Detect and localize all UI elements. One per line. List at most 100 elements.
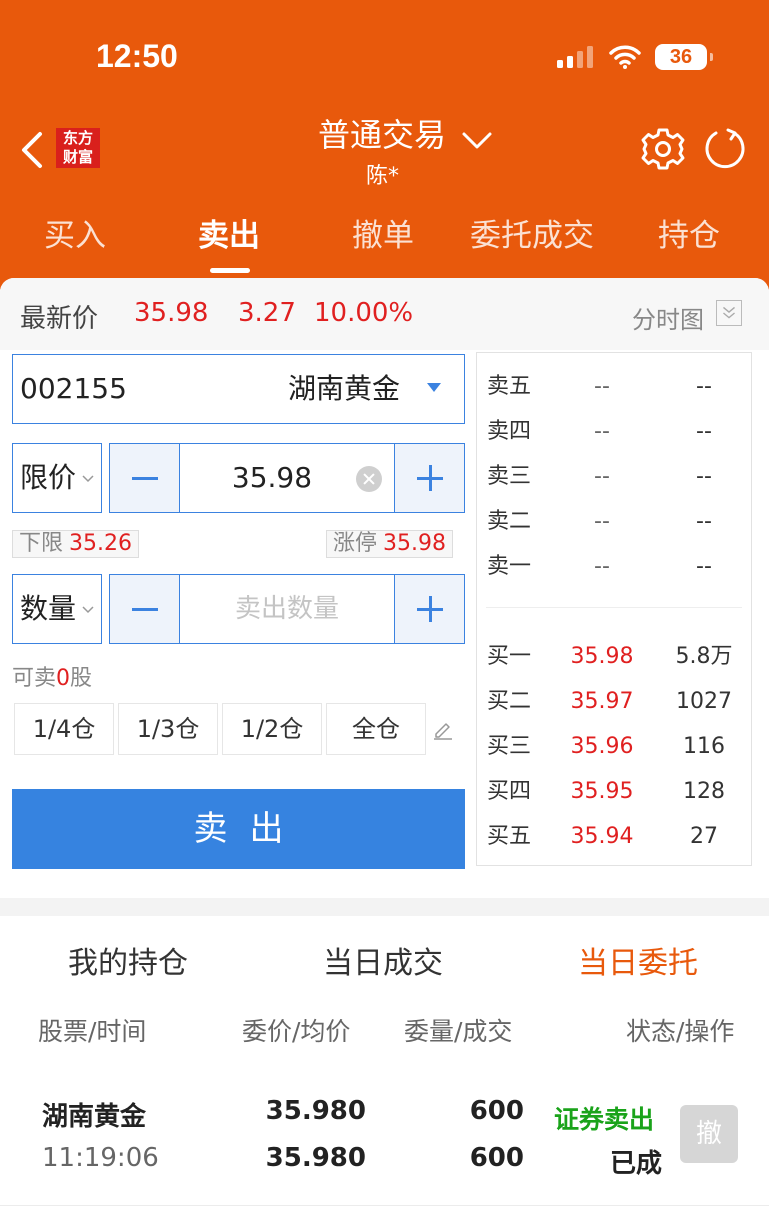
status-icons: 36 — [557, 44, 713, 70]
column-header-qty: 委量/成交 — [404, 1017, 513, 1046]
ratio-half-button[interactable]: 1/2仓 — [222, 703, 322, 755]
bid-row[interactable]: 买二 35.97 1027 — [477, 679, 753, 724]
lower-limit-label: 下限 — [19, 531, 64, 556]
ask-volume: -- — [696, 419, 712, 444]
stock-name: 湖南黄金 — [288, 372, 401, 405]
tab-orders[interactable]: 委托成交 — [470, 210, 594, 255]
ask-volume: -- — [696, 554, 712, 579]
cancel-order-button[interactable]: 撤 — [680, 1105, 738, 1163]
order-book: 卖五 -- -- 卖四 -- -- 卖三 -- -- 卖二 -- -- 卖一 -… — [476, 352, 752, 866]
lower-limit-tag[interactable]: 下限 35.26 — [12, 530, 139, 558]
ask-price: -- — [594, 509, 610, 534]
account-name: 陈* — [366, 164, 400, 189]
bid-label: 买四 — [487, 779, 532, 804]
ask-label: 卖五 — [487, 374, 532, 399]
intraday-chart-link[interactable]: 分时图 — [632, 300, 704, 335]
upper-limit-label: 涨停 — [333, 531, 378, 556]
order-type: 证券卖出 — [554, 1105, 655, 1134]
order-time: 11:19:06 — [42, 1143, 159, 1173]
bid-label: 买五 — [487, 824, 532, 849]
qty-stepper: 卖出数量 — [109, 574, 465, 644]
active-tab-indicator — [210, 268, 250, 273]
bid-row[interactable]: 买四 35.95 128 — [477, 769, 753, 814]
ask-price: -- — [594, 464, 610, 489]
bid-price: 35.94 — [570, 824, 634, 849]
upper-limit-tag[interactable]: 涨停 35.98 — [326, 530, 453, 558]
ask-row: 卖四 -- -- — [477, 409, 753, 454]
qty-minus-button[interactable] — [110, 575, 180, 643]
ratio-full-button[interactable]: 全仓 — [326, 703, 426, 755]
last-price: 35.98 — [134, 298, 209, 328]
tab-positions[interactable]: 持仓 — [658, 210, 720, 255]
bid-volume: 27 — [690, 824, 718, 849]
tab-today-trades[interactable]: 当日成交 — [323, 938, 443, 982]
bid-price: 35.98 — [570, 644, 634, 669]
column-header-status: 状态/操作 — [626, 1017, 735, 1046]
bid-label: 买二 — [487, 689, 532, 714]
price-stepper: 35.98 — [109, 443, 465, 513]
trade-tabs: 买入 卖出 撤单 委托成交 持仓 — [0, 210, 769, 270]
lower-limit-value: 35.26 — [69, 531, 132, 556]
bid-volume: 5.8万 — [675, 644, 733, 669]
dropdown-triangle-icon[interactable] — [427, 383, 441, 392]
order-stock-name: 湖南黄金 — [42, 1102, 147, 1132]
row-divider — [0, 1205, 769, 1206]
ask-label: 卖四 — [487, 419, 532, 444]
ask-label: 卖三 — [487, 464, 532, 489]
ask-row: 卖一 -- -- — [477, 544, 753, 589]
price-plus-button[interactable] — [394, 444, 464, 512]
chevron-down-icon — [82, 606, 94, 614]
brand-logo: 东方 财富 — [56, 128, 100, 168]
bid-row[interactable]: 买五 35.94 27 — [477, 814, 753, 859]
page-title[interactable]: 普通交易 — [318, 110, 446, 156]
tab-cancel[interactable]: 撤单 — [352, 210, 414, 255]
back-arrow-icon[interactable] — [18, 130, 48, 170]
ratio-quarter-button[interactable]: 1/4仓 — [14, 703, 114, 755]
ask-row: 卖五 -- -- — [477, 364, 753, 409]
price-minus-button[interactable] — [110, 444, 180, 512]
price-type-label: 限价 — [20, 461, 77, 494]
edit-pencil-icon[interactable] — [432, 718, 454, 740]
ask-price: -- — [594, 419, 610, 444]
last-price-label: 最新价 — [20, 304, 99, 334]
chevron-down-icon — [82, 475, 94, 483]
ratio-third-button[interactable]: 1/3仓 — [118, 703, 218, 755]
bid-volume: 116 — [683, 734, 725, 759]
ask-volume: -- — [696, 464, 712, 489]
available-qty: 可卖0股 — [12, 660, 92, 692]
tab-my-positions[interactable]: 我的持仓 — [68, 938, 188, 982]
bid-price: 35.96 — [570, 734, 634, 759]
bid-volume: 1027 — [676, 689, 732, 714]
sell-button[interactable]: 卖出 — [12, 789, 465, 869]
cellular-signal-icon — [557, 46, 593, 68]
order-qty: 600 — [469, 1096, 524, 1126]
tab-buy[interactable]: 买入 — [44, 210, 106, 255]
ask-label: 卖二 — [487, 509, 532, 534]
upper-limit-value: 35.98 — [383, 531, 446, 556]
price-change-percent: 10.00% — [314, 298, 414, 328]
stock-code[interactable]: 002155 — [20, 356, 127, 422]
ask-row: 卖三 -- -- — [477, 454, 753, 499]
available-prefix: 可卖 — [12, 666, 57, 691]
gear-icon[interactable] — [640, 126, 686, 172]
chevron-down-icon[interactable] — [460, 128, 494, 152]
bid-row[interactable]: 买一 35.98 5.8万 — [477, 634, 753, 679]
clear-icon[interactable] — [356, 466, 382, 492]
battery-indicator: 36 — [655, 44, 713, 70]
ask-label: 卖一 — [487, 554, 532, 579]
bid-label: 买一 — [487, 644, 532, 669]
column-header-stock: 股票/时间 — [38, 1017, 147, 1046]
bid-row[interactable]: 买三 35.96 116 — [477, 724, 753, 769]
tab-today-orders[interactable]: 当日委托 — [578, 938, 698, 982]
app-header: 12:50 36 东方 财富 普通交易 陈* 买入 卖出 撤单 委托成交 持仓 — [0, 0, 769, 290]
order-price: 35.980 — [265, 1096, 366, 1126]
tab-sell[interactable]: 卖出 — [198, 210, 260, 255]
qty-type-label: 数量 — [20, 592, 77, 625]
qty-plus-button[interactable] — [394, 575, 464, 643]
expand-chevron-icon[interactable] — [716, 300, 742, 326]
order-filled-qty: 600 — [469, 1143, 524, 1173]
qty-input[interactable]: 卖出数量 — [180, 575, 394, 643]
refresh-icon[interactable] — [702, 126, 748, 172]
column-header-price: 委价/均价 — [242, 1017, 351, 1046]
available-number: 0 — [56, 666, 71, 691]
